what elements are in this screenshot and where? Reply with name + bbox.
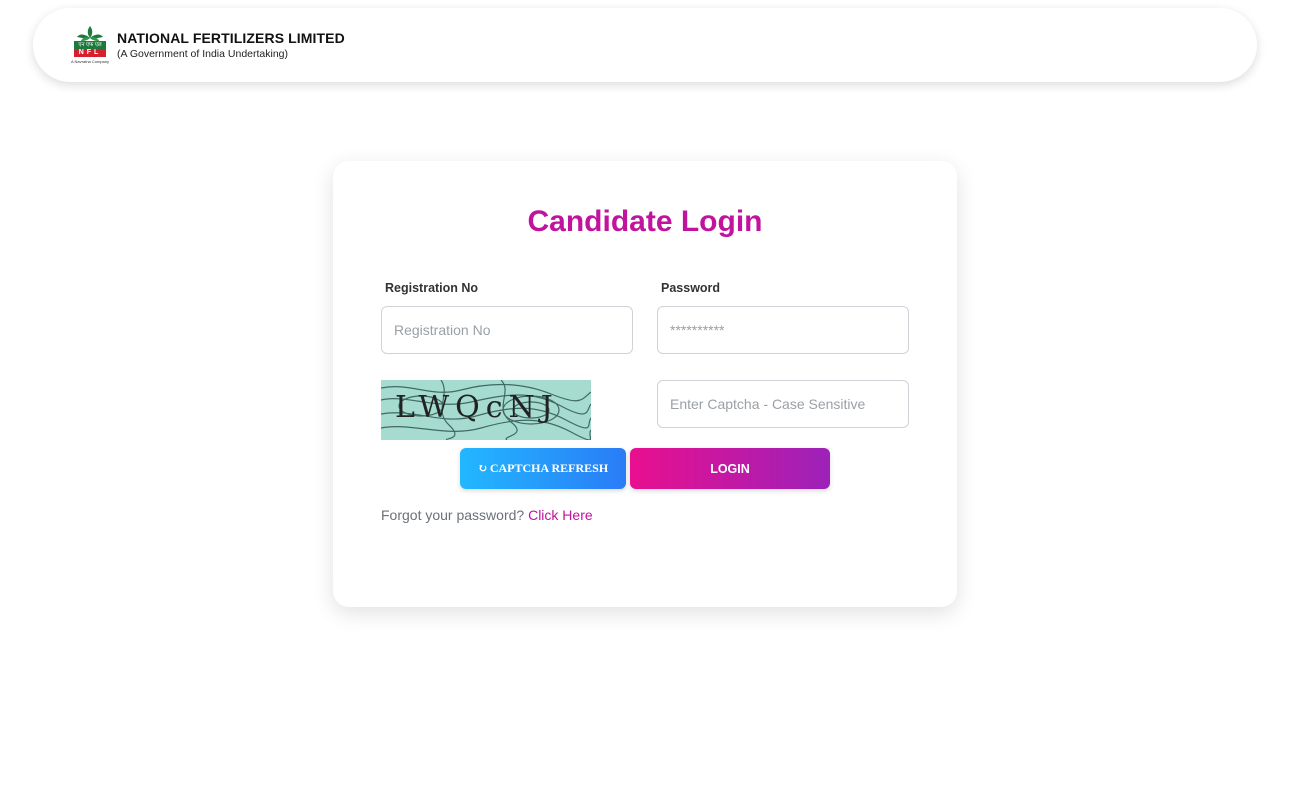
forgot-password-text: Forgot your password? — [381, 507, 529, 523]
forgot-password-link[interactable]: Click Here — [528, 507, 593, 523]
org-subtitle: (A Government of India Undertaking) — [117, 48, 289, 60]
registration-input[interactable] — [381, 306, 633, 354]
login-card: Candidate Login Registration No Password… — [333, 161, 957, 607]
login-button[interactable]: LOGIN — [630, 448, 830, 489]
nfl-logo[interactable]: एन एफ एल NFL A Navratna Company — [65, 24, 115, 68]
org-name: NATIONAL FERTILIZERS LIMITED — [117, 30, 345, 46]
registration-label: Registration No — [385, 281, 479, 295]
captcha-refresh-button[interactable]: ↻ CAPTCHA REFRESH — [460, 448, 626, 489]
captcha-refresh-label: CAPTCHA REFRESH — [489, 461, 609, 475]
site-header: एन एफ एल NFL A Navratna Company NATIONAL… — [33, 8, 1257, 82]
captcha-input[interactable] — [657, 380, 909, 428]
login-button-label: LOGIN — [710, 461, 750, 476]
captcha-text: LWQcNJ — [395, 390, 559, 425]
page-title: Candidate Login — [527, 205, 763, 238]
logo-hindi-text: एन एफ एल — [78, 42, 102, 48]
forgot-password: Forgot your password? Click Here — [381, 507, 593, 523]
captcha-image: LWQcNJ — [381, 380, 591, 440]
logo-text: NFL — [78, 49, 102, 56]
password-label: Password — [661, 281, 721, 295]
password-input[interactable] — [657, 306, 909, 354]
logo-tagline: A Navratna Company — [70, 59, 110, 64]
refresh-icon: ↻ — [477, 461, 488, 475]
